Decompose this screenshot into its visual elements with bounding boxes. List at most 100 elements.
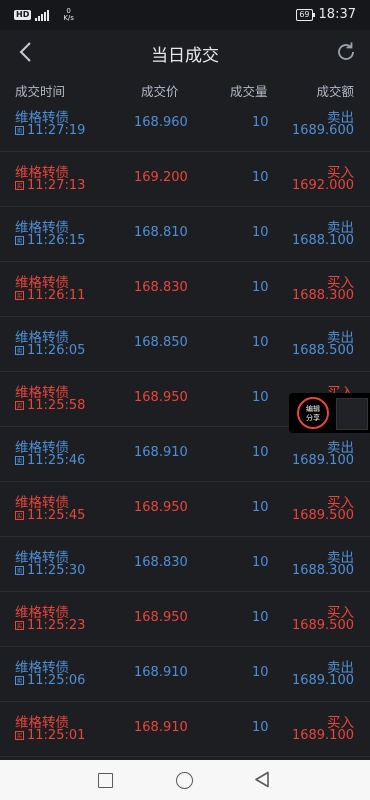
trade-time: 11:25:01 <box>27 728 86 743</box>
trade-row[interactable]: 维格转债卖 11:25:30 168.830 10 卖出 1688.300 <box>0 537 370 592</box>
back-triangle-icon[interactable] <box>254 771 270 788</box>
trade-time-cell: 卖 11:25:46 <box>15 453 85 468</box>
share-label-line1: 编辑 <box>306 405 320 413</box>
trade-volume: 10 <box>252 280 269 295</box>
trade-price: 169.200 <box>134 170 188 185</box>
trade-row[interactable]: 维格转债买 11:27:13 169.200 10 买入 1692.000 <box>0 152 370 207</box>
side-tag: 卖 <box>15 126 24 135</box>
trade-volume: 10 <box>252 665 269 680</box>
trade-price: 168.910 <box>134 665 188 680</box>
trade-time: 11:26:11 <box>27 288 86 303</box>
trade-volume: 10 <box>252 555 269 570</box>
trade-price: 168.950 <box>134 610 188 625</box>
recent-apps-square-icon[interactable] <box>98 773 113 788</box>
side-tag: 卖 <box>15 676 24 685</box>
trade-row[interactable]: 维格转债买 11:25:45 168.950 10 买入 1689.500 <box>0 482 370 537</box>
trade-volume: 10 <box>252 720 269 735</box>
trade-amount: 1689.100 <box>291 728 354 743</box>
trade-price: 168.850 <box>134 335 188 350</box>
screenshot-thumbnail[interactable] <box>336 398 368 430</box>
edit-share-button[interactable]: 编辑 分享 <box>297 397 329 429</box>
trade-time-cell: 卖 11:25:06 <box>15 673 85 688</box>
trade-time: 11:25:46 <box>27 453 86 468</box>
side-tag: 卖 <box>15 346 24 355</box>
trade-time-cell: 买 11:25:58 <box>15 398 85 413</box>
status-left: HD 0 K/s <box>14 8 74 22</box>
side-tag: 买 <box>15 621 24 630</box>
side-tag: 买 <box>15 731 24 740</box>
trade-time-cell: 买 11:26:11 <box>15 288 85 303</box>
home-circle-icon[interactable] <box>176 772 193 789</box>
trade-time-cell: 买 11:25:45 <box>15 508 85 523</box>
status-right: 69 18:37 <box>296 7 356 22</box>
side-tag: 卖 <box>15 566 24 575</box>
trade-row[interactable]: 维格转债卖 11:25:46 168.910 10 卖出 1689.100 <box>0 427 370 482</box>
network-speed-unit: K/s <box>63 14 74 22</box>
trade-amount: 1692.000 <box>291 178 354 193</box>
app-header: 当日成交 <box>0 30 370 74</box>
trade-row[interactable]: 维格转债卖 11:26:15 168.810 10 卖出 1688.100 <box>0 207 370 262</box>
trade-time: 11:26:05 <box>27 343 86 358</box>
side-tag: 买 <box>15 291 24 300</box>
trade-volume: 10 <box>252 115 269 130</box>
trade-time-cell: 卖 11:26:15 <box>15 233 85 248</box>
trade-time-cell: 卖 11:27:19 <box>15 123 85 138</box>
trade-price: 168.950 <box>134 500 188 515</box>
trade-row[interactable]: 维格转债卖 11:27:19 168.960 10 卖出 1689.600 <box>0 97 370 152</box>
trade-volume: 10 <box>252 500 269 515</box>
trade-volume: 10 <box>252 610 269 625</box>
signal-icon <box>35 9 50 21</box>
trade-amount: 1688.100 <box>291 233 354 248</box>
trade-amount: 1689.600 <box>291 123 354 138</box>
trade-time-cell: 买 11:25:23 <box>15 618 85 633</box>
trade-time: 11:27:19 <box>27 123 86 138</box>
trade-price: 168.960 <box>134 115 188 130</box>
trade-volume: 10 <box>252 225 269 240</box>
system-nav-bar <box>0 760 370 800</box>
trade-time-cell: 卖 11:26:05 <box>15 343 85 358</box>
trade-volume: 10 <box>252 335 269 350</box>
trade-price: 168.830 <box>134 555 188 570</box>
trade-price: 168.910 <box>134 720 188 735</box>
trade-price: 168.830 <box>134 280 188 295</box>
trade-row[interactable]: 维格转债买 11:26:11 168.830 10 买入 1688.300 <box>0 262 370 317</box>
trade-time: 11:25:06 <box>27 673 86 688</box>
network-speed: 0 K/s <box>63 8 74 22</box>
trade-amount: 1688.300 <box>291 288 354 303</box>
trade-time: 11:25:58 <box>27 398 86 413</box>
page-title: 当日成交 <box>151 46 219 66</box>
trade-amount: 1688.500 <box>291 343 354 358</box>
trade-price: 168.910 <box>134 445 188 460</box>
floating-share-widget[interactable]: 编辑 分享 <box>289 393 370 433</box>
hd-indicator: HD <box>14 10 32 20</box>
trade-time: 11:27:13 <box>27 178 86 193</box>
trade-volume: 10 <box>252 170 269 185</box>
trade-time: 11:25:45 <box>27 508 86 523</box>
battery-icon: 69 <box>296 8 315 21</box>
trade-time: 11:25:30 <box>27 563 86 578</box>
trade-row[interactable]: 维格转债卖 11:25:06 168.910 10 卖出 1689.100 <box>0 647 370 702</box>
trade-amount: 1689.100 <box>291 453 354 468</box>
trade-row[interactable]: 维格转债卖 11:26:05 168.850 10 卖出 1688.500 <box>0 317 370 372</box>
refresh-icon[interactable] <box>334 40 358 64</box>
side-tag: 买 <box>15 401 24 410</box>
trade-amount: 1689.500 <box>291 618 354 633</box>
trade-row[interactable]: 维格转债买 11:25:23 168.950 10 买入 1689.500 <box>0 592 370 647</box>
trade-price: 168.950 <box>134 390 188 405</box>
side-tag: 卖 <box>15 456 24 465</box>
clock: 18:37 <box>318 7 356 22</box>
trade-volume: 10 <box>252 445 269 460</box>
trade-volume: 10 <box>252 390 269 405</box>
trade-time: 11:25:23 <box>27 618 86 633</box>
trade-time-cell: 买 11:27:13 <box>15 178 85 193</box>
status-bar: HD 0 K/s 69 18:37 <box>0 0 370 30</box>
side-tag: 买 <box>15 181 24 190</box>
trade-row[interactable]: 维格转债买 11:25:01 168.910 10 买入 1689.100 <box>0 702 370 757</box>
side-tag: 卖 <box>15 236 24 245</box>
trade-amount: 1689.500 <box>291 508 354 523</box>
side-tag: 买 <box>15 511 24 520</box>
trade-time-cell: 买 11:25:01 <box>15 728 85 743</box>
share-label-line2: 分享 <box>306 414 320 422</box>
trade-time: 11:26:15 <box>27 233 86 248</box>
trade-amount: 1689.100 <box>291 673 354 688</box>
